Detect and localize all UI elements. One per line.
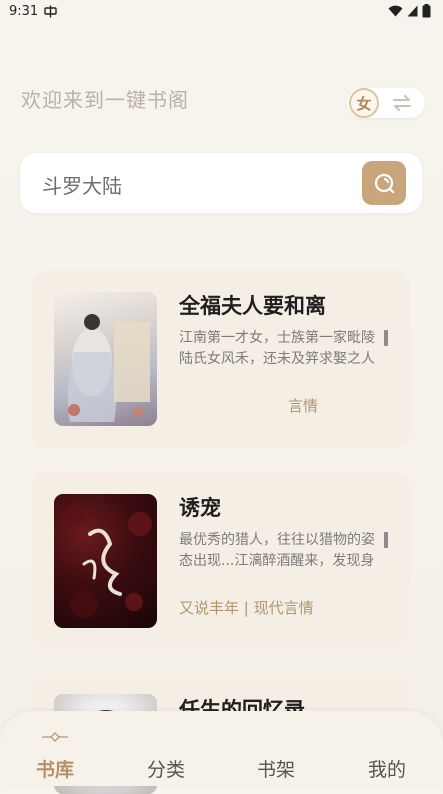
book-cover	[54, 292, 157, 426]
swap-icon[interactable]	[391, 94, 413, 112]
tab-bookshelf[interactable]: 书架	[257, 755, 295, 782]
tab-category[interactable]: 分类	[147, 755, 185, 782]
app-notification-icon	[44, 5, 57, 18]
book-meta: 言情	[288, 397, 319, 415]
status-time: 9:31	[9, 4, 39, 19]
tab-library[interactable]: 书库	[36, 755, 74, 782]
book-cover	[54, 494, 157, 628]
cover-art-2	[64, 504, 152, 618]
gender-switch[interactable]: 女	[347, 88, 425, 118]
system-icons	[388, 4, 431, 18]
welcome-title: 欢迎来到一键书阁	[21, 88, 189, 112]
search-bar[interactable]: 斗罗大陆	[20, 153, 422, 213]
book-desc-line: 陆氏女风禾，还未及笄求娶之人	[179, 351, 375, 367]
search-button[interactable]	[362, 161, 406, 205]
bottom-tab-bar: 书库 分类 书架 我的	[0, 711, 443, 786]
active-tab-indicator-icon	[42, 732, 68, 742]
book-meta: 又说丰年 | 现代言情	[179, 599, 314, 617]
battery-icon	[422, 4, 431, 18]
book-card[interactable]: 全福夫人要和离 江南第一才女，士族第一家毗陵 陆氏女风禾，还未及笄求娶之人 言情	[32, 270, 410, 448]
book-title[interactable]: 诱宠	[179, 492, 221, 522]
status-bar: 9:31	[0, 0, 443, 26]
signal-icon	[407, 5, 418, 17]
text-scroll-marker	[384, 330, 388, 346]
book-desc: 最优秀的猎人，往往以猎物的姿 态出现...江漓醉酒醒来，发现身	[179, 530, 387, 572]
gender-female-badge[interactable]: 女	[349, 88, 379, 118]
book-title[interactable]: 全福夫人要和离	[179, 290, 326, 320]
text-scroll-marker	[384, 532, 388, 548]
wifi-icon	[388, 5, 403, 17]
book-desc-line: 态出现...江漓醉酒醒来，发现身	[179, 553, 375, 569]
book-card[interactable]: 诱宠 最优秀的猎人，往往以猎物的姿 态出现...江漓醉酒醒来，发现身 又说丰年 …	[32, 472, 410, 650]
book-desc-line: 江南第一才女，士族第一家毗陵	[179, 330, 375, 346]
search-icon	[374, 173, 395, 194]
tab-mine[interactable]: 我的	[368, 755, 406, 782]
cover-art-1	[67, 314, 150, 422]
book-desc: 江南第一才女，士族第一家毗陵 陆氏女风禾，还未及笄求娶之人	[179, 328, 387, 370]
book-desc-line: 最优秀的猎人，往往以猎物的姿	[179, 532, 375, 548]
search-input[interactable]: 斗罗大陆	[42, 170, 122, 199]
